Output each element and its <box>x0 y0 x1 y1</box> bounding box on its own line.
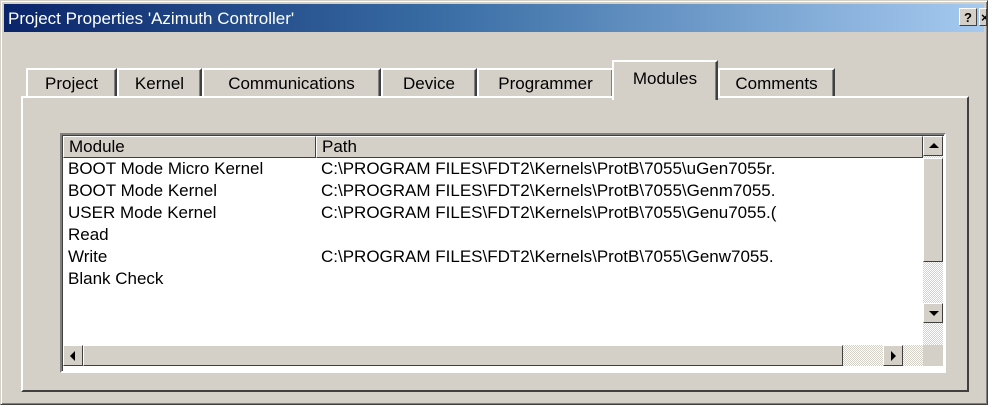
title-bar[interactable]: Project Properties 'Azimuth Controller' … <box>4 4 987 32</box>
tab-programmer[interactable]: Programmer <box>477 68 614 98</box>
vertical-scrollbar[interactable] <box>923 136 943 345</box>
arrow-up-icon <box>929 143 939 148</box>
tab-kernel[interactable]: Kernel <box>117 68 202 98</box>
tab-device[interactable]: Device <box>381 68 477 98</box>
list-item[interactable]: BOOT Mode Kernel C:\PROGRAM FILES\FDT2\K… <box>63 180 923 202</box>
column-header-path[interactable]: Path <box>316 136 923 158</box>
arrow-left-icon <box>70 351 75 361</box>
arrow-down-icon <box>929 311 939 316</box>
help-button[interactable]: ? <box>959 8 977 26</box>
module-name: BOOT Mode Micro Kernel <box>68 159 264 178</box>
column-header-module[interactable]: Module <box>63 136 316 158</box>
module-name: Blank Check <box>68 269 164 288</box>
scrollbar-corner <box>923 345 943 366</box>
list-item[interactable]: BOOT Mode Micro Kernel C:\PROGRAM FILES\… <box>63 158 923 180</box>
scroll-left-button[interactable] <box>63 345 83 366</box>
tab-modules[interactable]: Modules <box>612 60 718 100</box>
window-title: Project Properties 'Azimuth Controller' <box>8 9 295 28</box>
list-item[interactable]: Blank Check <box>63 268 923 290</box>
tab-communications[interactable]: Communications <box>202 68 381 98</box>
list-item[interactable]: Write C:\PROGRAM FILES\FDT2\Kernels\Prot… <box>63 246 923 268</box>
module-name: Read <box>68 225 109 244</box>
scroll-up-button[interactable] <box>923 136 943 156</box>
close-button[interactable]: × <box>979 8 987 26</box>
module-path: C:\PROGRAM FILES\FDT2\Kernels\ProtB\7055… <box>321 159 776 178</box>
list-item[interactable]: USER Mode Kernel C:\PROGRAM FILES\FDT2\K… <box>63 202 923 224</box>
horizontal-scroll-thumb[interactable] <box>83 345 843 366</box>
module-path: C:\PROGRAM FILES\FDT2\Kernels\ProtB\7055… <box>321 181 776 200</box>
module-name: Write <box>68 247 108 266</box>
module-name: USER Mode Kernel <box>68 203 217 222</box>
module-path: C:\PROGRAM FILES\FDT2\Kernels\ProtB\7055… <box>321 247 774 266</box>
tab-comments[interactable]: Comments <box>718 68 835 98</box>
scroll-down-button[interactable] <box>923 303 943 323</box>
arrow-right-icon <box>891 351 896 361</box>
list-rows: BOOT Mode Micro Kernel C:\PROGRAM FILES\… <box>63 158 923 345</box>
module-path: C:\PROGRAM FILES\FDT2\Kernels\ProtB\7055… <box>321 203 777 222</box>
modules-list[interactable]: Module Path BOOT Mode Micro Kernel C:\PR… <box>60 133 946 373</box>
module-name: BOOT Mode Kernel <box>68 181 217 200</box>
list-header: Module Path <box>63 136 923 158</box>
vertical-scroll-thumb[interactable] <box>923 158 943 262</box>
list-item[interactable]: Read <box>63 224 923 246</box>
scroll-right-button[interactable] <box>883 345 903 366</box>
tab-project[interactable]: Project <box>26 68 117 98</box>
horizontal-scrollbar[interactable] <box>63 345 923 366</box>
